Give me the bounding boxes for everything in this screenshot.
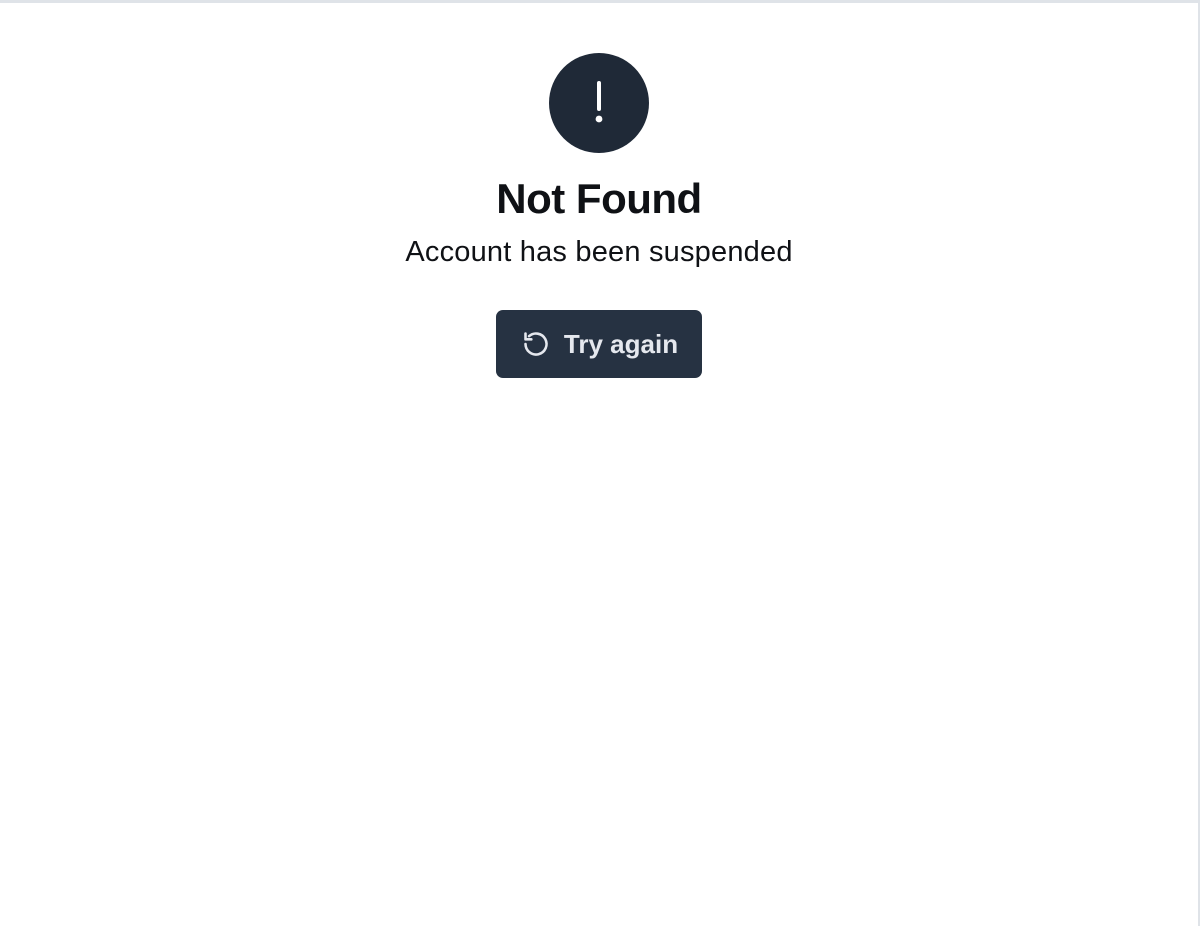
try-again-label: Try again [563,328,679,359]
refresh-icon [522,330,550,358]
try-again-button[interactable]: Try again [495,310,703,378]
alert-exclamation-icon [549,53,649,153]
error-page: Not Found Account has been suspended Try… [0,0,1200,926]
error-message: Account has been suspended [405,236,793,268]
error-panel: Not Found Account has been suspended Try… [0,53,1198,378]
page-title: Not Found [496,175,702,222]
